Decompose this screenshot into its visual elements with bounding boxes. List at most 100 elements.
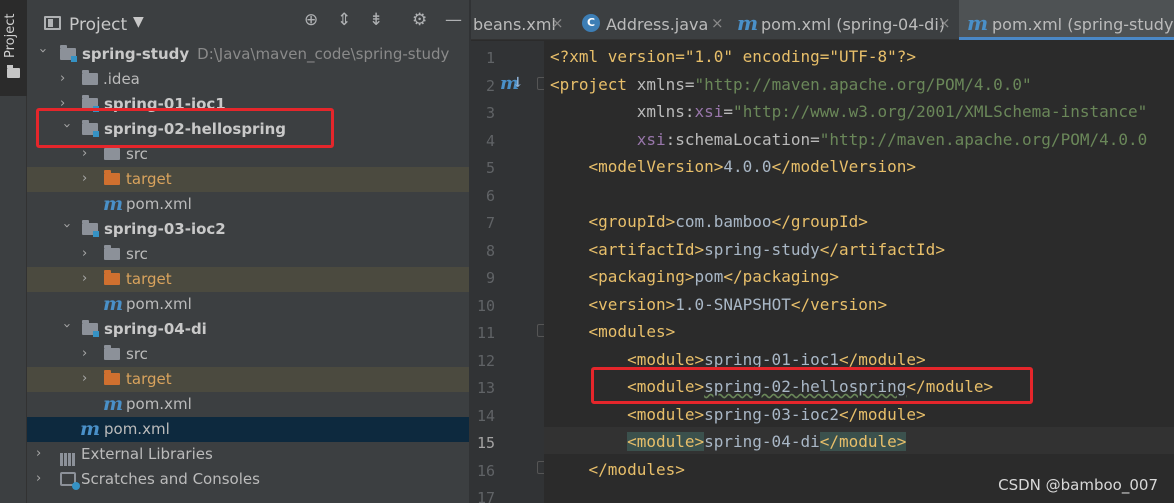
tree-label-root: spring-study [82,45,190,63]
tree-row-scratches[interactable]: › Scratches and Consoles [27,467,469,492]
tree-label-pom: pom.xml [126,395,192,413]
maven-icon: m [103,393,124,415]
close-icon[interactable]: × [711,14,724,32]
tree-row-pom[interactable]: m pom.xml [27,292,469,317]
code-line: <modules> [588,322,676,341]
tree-row-spring-04[interactable]: › spring-04-di [27,317,469,342]
expand-arrow-icon[interactable]: › [82,370,94,388]
tab-pom-spring-04-di[interactable]: m pom.xml (spring-04-di) × [733,0,955,40]
xsi-namespace: http://www.w3.org/2001/XMLSchema-instanc… [742,102,1138,121]
code-line: <modelVersion>4.0.0</modelVersion> [588,157,917,176]
module-folder-icon [82,320,99,337]
maven-icon: m [103,193,124,215]
schema-location: http://maven.apache.org/POM/4.0.0 [829,130,1148,149]
tab-address-java[interactable]: C Address.java × [575,0,729,40]
tab-beans-xml[interactable]: beans.xml × [471,0,571,40]
tree-row-pom[interactable]: m pom.xml [27,392,469,417]
line-number: 15 [476,434,495,452]
line-number: 9 [485,269,495,287]
editor-gutter[interactable]: 1 2 3 4 5 6 7 8 9 10 11 12 13 14 15 16 17 m [471,41,548,503]
tree-row-src[interactable]: › src [27,342,469,367]
code-line: <packaging>pom</packaging> [588,267,839,286]
panel-title[interactable]: Project [69,15,127,35]
code-line: </modules> [588,460,685,479]
tree-label-pom: pom.xml [126,195,192,213]
tree-row-root-pom[interactable]: m pom.xml [27,417,469,442]
version: 1.0-SNAPSHOT [675,295,791,314]
editor-tab-bar: beans.xml × C Address.java × m pom.xml (… [471,0,1174,40]
code-line: <module>spring-03-ioc2</module> [627,405,926,424]
tree-row-idea[interactable]: › .idea [27,67,469,92]
close-icon[interactable]: × [938,14,951,32]
libraries-icon [60,448,77,466]
tab-label: beans.xml [473,15,556,34]
expand-arrow-icon[interactable]: › [36,470,48,488]
expand-arrow-icon[interactable]: › [82,345,94,363]
tree-row-root[interactable]: › spring-study D:\Java\maven_code\spring-… [27,42,469,67]
line-number: 6 [485,186,495,205]
tree-label-idea: .idea [103,70,140,88]
tree-label-root-pom: pom.xml [104,420,170,438]
expand-arrow-icon[interactable]: › [57,223,75,235]
tree-row-spring-03[interactable]: › spring-03-ioc2 [27,217,469,242]
tree-row-src[interactable]: › src [27,242,469,267]
folder-icon [7,65,20,78]
gear-icon[interactable]: ⚙ [412,12,427,29]
tree-label-pom: pom.xml [126,295,192,313]
line-number: 5 [485,159,495,177]
excluded-folder-icon [104,170,120,185]
project-panel: Project ▼ ⊕ ⇕ ⇟ ⚙ — › spring-study D:\Jav… [27,0,469,503]
tree-row-target[interactable]: › target [27,167,469,192]
group-id: com.bamboo [675,212,772,231]
expand-arrow-icon[interactable]: › [82,270,94,288]
line-number: 7 [485,214,495,232]
tree-label-spring-03: spring-03-ioc2 [104,220,226,238]
scratches-icon [60,472,80,490]
tree-label-scratches: Scratches and Consoles [81,470,260,488]
expand-arrow-icon[interactable]: › [33,48,51,60]
tree-label-external-libraries: External Libraries [81,445,213,463]
annotation-box [591,367,1033,404]
tree-label-src: src [126,245,148,263]
project-panel-header: Project ▼ ⊕ ⇕ ⇟ ⚙ — [27,0,469,40]
tab-label: Address.java [606,15,709,34]
tree-label-src: src [126,345,148,363]
expand-arrow-icon[interactable]: › [82,170,94,188]
collapse-all-icon[interactable]: ⇟ [369,12,383,29]
line-number: 2 [485,76,495,95]
line-number: 3 [485,104,495,122]
expand-arrow-icon[interactable]: › [57,323,75,335]
tree-label-target: target [126,170,172,188]
module-folder-icon [82,220,99,237]
module-folder-icon [60,45,77,62]
tree-label-target: target [126,270,172,288]
excluded-folder-icon [104,270,120,285]
tree-row-external-libraries[interactable]: › External Libraries [27,442,469,467]
hide-icon[interactable]: — [445,12,462,29]
expand-arrow-icon[interactable]: › [82,245,94,263]
view-dropdown-icon[interactable]: ▼ [133,14,144,30]
java-class-icon: C [582,14,600,32]
code-line: <version>1.0-SNAPSHOT</version> [588,295,888,314]
close-icon[interactable]: × [551,14,564,32]
expand-all-icon[interactable]: ⇕ [337,12,351,29]
locate-icon[interactable]: ⊕ [304,12,318,29]
maven-navigate-icon[interactable]: m [500,73,524,94]
module-value: spring-03-ioc2 [704,405,839,424]
code-editor[interactable]: <?xml version="1.0" encoding="UTF-8"?> <… [544,41,1174,503]
tree-row-target[interactable]: › target [27,267,469,292]
tree-root-path: D:\Java\maven_code\spring-study [197,45,450,63]
code-line: <project xmlns="http://maven.apache.org/… [550,75,1032,94]
code-line: <groupId>com.bamboo</groupId> [588,212,868,231]
tree-row-target[interactable]: › target [27,367,469,392]
tree-row-pom[interactable]: m pom.xml [27,192,469,217]
project-tool-button[interactable]: Project [0,0,27,96]
excluded-folder-icon [104,370,120,385]
tab-pom-spring-study[interactable]: m pom.xml (spring-study) [959,0,1174,40]
model-version: 4.0.0 [723,157,772,176]
line-number: 16 [476,461,495,480]
line-number: 11 [476,324,495,342]
module-value: spring-04-di [704,432,820,451]
expand-arrow-icon[interactable]: › [36,445,48,463]
expand-arrow-icon[interactable]: › [60,70,72,88]
